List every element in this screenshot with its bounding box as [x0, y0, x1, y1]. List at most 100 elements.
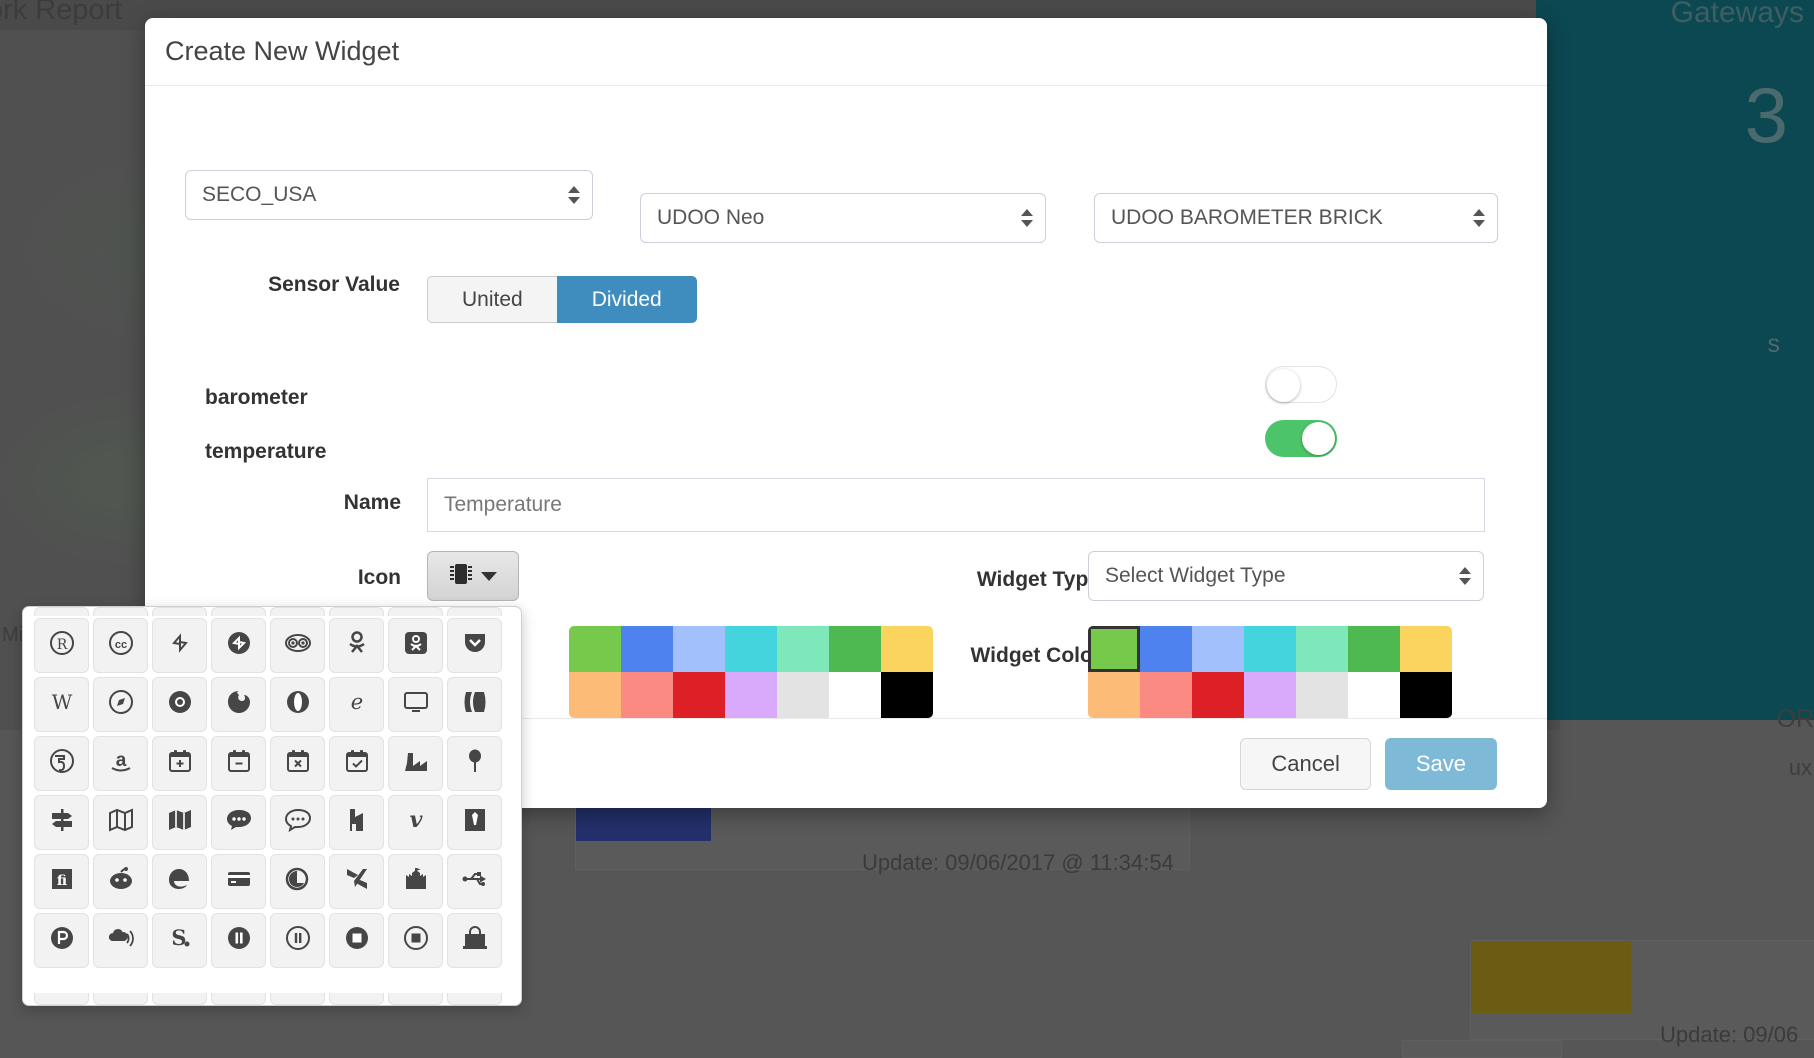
icon-picker-cell[interactable] — [152, 854, 207, 909]
color-swatch[interactable] — [621, 672, 673, 718]
icon-picker-cell[interactable] — [34, 913, 89, 968]
icon-picker-cell[interactable]: cc — [93, 618, 148, 673]
icon-picker-cell[interactable] — [93, 854, 148, 909]
icon-picker-cell[interactable] — [447, 795, 502, 850]
icon-picker-cell[interactable]: S — [152, 913, 207, 968]
color-swatch[interactable] — [673, 626, 725, 672]
icon-picker-cell[interactable] — [329, 913, 384, 968]
icon-picker-cell[interactable]: a — [93, 736, 148, 791]
fonticons-icon: fi — [49, 866, 75, 897]
color-swatch[interactable] — [1140, 672, 1192, 718]
icon-picker-cell[interactable] — [211, 795, 266, 850]
cancel-button[interactable]: Cancel — [1240, 737, 1371, 790]
color-swatch[interactable] — [881, 672, 933, 718]
company-select[interactable]: SECO_USA — [185, 170, 593, 220]
sensor-toggle-temperature[interactable] — [1265, 420, 1337, 457]
color-swatch[interactable] — [1400, 672, 1452, 718]
icon-picker-cell[interactable] — [388, 913, 443, 968]
icon-picker-cell[interactable] — [34, 795, 89, 850]
color-swatch[interactable] — [569, 626, 621, 672]
icon-picker-cell[interactable] — [388, 854, 443, 909]
icon-picker-cell[interactable] — [447, 854, 502, 909]
icon-picker-cell[interactable] — [388, 677, 443, 732]
sensor-value-divided-button[interactable]: Divided — [556, 276, 697, 323]
sensor-value-label: Sensor Value — [268, 273, 400, 296]
save-button[interactable]: Save — [1384, 737, 1497, 790]
icon-picker-cell[interactable]: e — [329, 677, 384, 732]
color-swatch[interactable] — [1296, 626, 1348, 672]
svg-text:S: S — [171, 925, 186, 950]
color-swatch[interactable] — [777, 626, 829, 672]
color-swatch[interactable] — [1348, 672, 1400, 718]
icon-picker-cell[interactable] — [329, 618, 384, 673]
icon-picker-cell[interactable] — [93, 795, 148, 850]
sensor-value-toggle-group: United Divided — [427, 276, 697, 323]
icon-picker-cell[interactable]: v — [388, 795, 443, 850]
color-swatch[interactable] — [1192, 626, 1244, 672]
toggle-knob — [1267, 369, 1300, 402]
icon-picker-cell[interactable] — [447, 736, 502, 791]
icon-picker-cell[interactable]: R — [34, 618, 89, 673]
color-swatch[interactable] — [569, 672, 621, 718]
icon-picker-cell[interactable] — [152, 795, 207, 850]
icon-picker-cell[interactable] — [152, 736, 207, 791]
color-swatch[interactable] — [829, 672, 881, 718]
color-swatch[interactable] — [1088, 672, 1140, 718]
icon-picker-cell[interactable] — [34, 736, 89, 791]
brick-select[interactable]: UDOO BAROMETER BRICK — [1094, 193, 1498, 243]
name-input[interactable]: Temperature — [427, 478, 1485, 532]
color-swatch[interactable] — [725, 626, 777, 672]
icon-picker-cell[interactable] — [93, 677, 148, 732]
icon-picker-cell[interactable] — [329, 736, 384, 791]
color-swatch[interactable] — [621, 626, 673, 672]
icon-picker-cell[interactable] — [270, 618, 325, 673]
icon-picker-cell[interactable] — [270, 854, 325, 909]
color-swatch[interactable] — [1140, 626, 1192, 672]
color-swatch[interactable] — [1400, 626, 1452, 672]
color-swatch[interactable] — [777, 672, 829, 718]
icon-picker-cell[interactable] — [211, 618, 266, 673]
icon-picker-cell[interactable] — [270, 677, 325, 732]
icon-picker-cell[interactable] — [152, 618, 207, 673]
amazon-icon: a — [108, 748, 134, 779]
icon-picker-cell[interactable] — [152, 677, 207, 732]
color-swatch[interactable] — [829, 626, 881, 672]
icon-picker-cell[interactable] — [447, 913, 502, 968]
color-swatch[interactable] — [725, 672, 777, 718]
tripadvisor-icon — [284, 630, 311, 661]
icon-picker-cell[interactable] — [447, 677, 502, 732]
icon-picker-cell[interactable] — [388, 736, 443, 791]
color-swatch[interactable] — [673, 672, 725, 718]
icon-picker-cell[interactable]: W — [34, 677, 89, 732]
board-select[interactable]: UDOO Neo — [640, 193, 1046, 243]
icon-picker-cell[interactable] — [447, 618, 502, 673]
color-swatch[interactable] — [1244, 626, 1296, 672]
icon-picker-cell[interactable] — [93, 913, 148, 968]
icon-picker-cell[interactable] — [211, 854, 266, 909]
icon-picker-cell[interactable]: fi — [34, 854, 89, 909]
500px-icon — [49, 748, 75, 779]
color-swatch[interactable] — [1192, 672, 1244, 718]
color-swatch[interactable] — [1088, 626, 1140, 672]
icon-picker-cell[interactable] — [329, 795, 384, 850]
icon-picker-cell[interactable] — [211, 736, 266, 791]
color-swatch[interactable] — [881, 626, 933, 672]
icon-picker-cell[interactable] — [329, 854, 384, 909]
sensor-value-united-button[interactable]: United — [427, 276, 557, 323]
background-update-timestamp: Update: 09/06 — [1660, 1022, 1799, 1047]
icon-picker-cell[interactable] — [270, 913, 325, 968]
icon-picker-dropdown[interactable]: Rcc We a v fi S — [22, 606, 522, 1006]
icon-picker-cell[interactable] — [211, 677, 266, 732]
icon-picker-cell[interactable] — [270, 736, 325, 791]
color-swatch[interactable] — [1244, 672, 1296, 718]
color-swatch[interactable] — [1296, 672, 1348, 718]
modal-body: SECO_USA UDOO Neo UDOO BAROMETER BRICK S… — [22, 86, 1547, 1006]
color-swatch[interactable] — [1348, 626, 1400, 672]
codiepie-icon — [285, 866, 311, 897]
icon-picker-button[interactable] — [427, 551, 519, 601]
sensor-toggle-barometer[interactable] — [1265, 366, 1337, 403]
icon-picker-cell[interactable] — [211, 913, 266, 968]
icon-picker-cell[interactable] — [388, 618, 443, 673]
icon-picker-cell[interactable] — [270, 795, 325, 850]
widget-type-select[interactable]: Select Widget Type — [1088, 551, 1484, 601]
